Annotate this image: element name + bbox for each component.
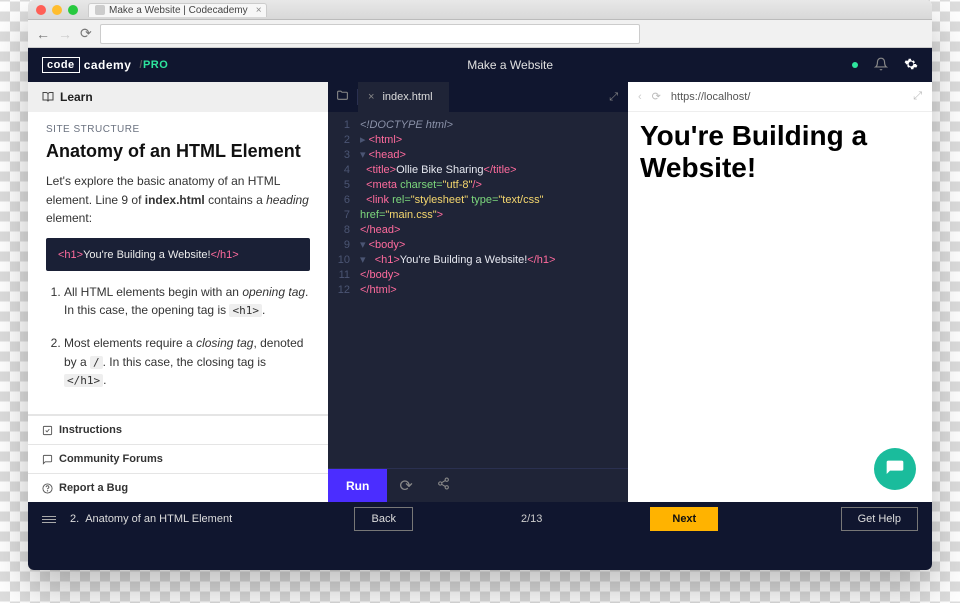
expand-icon[interactable]: ⤢ bbox=[609, 91, 618, 104]
next-button[interactable]: Next bbox=[650, 507, 718, 531]
reset-icon[interactable]: ⟳ bbox=[387, 476, 424, 496]
share-icon[interactable] bbox=[425, 477, 462, 495]
tab-instructions[interactable]: Instructions bbox=[28, 415, 328, 444]
editor-tab[interactable]: × index.html bbox=[358, 82, 449, 112]
chat-fab[interactable] bbox=[874, 448, 916, 490]
tab-forums[interactable]: Community Forums bbox=[28, 444, 328, 473]
preview-body: You're Building a Website! bbox=[628, 112, 932, 192]
bottom-bar: 2. Anatomy of an HTML Element Back 2/13 … bbox=[28, 502, 932, 536]
editor-footer: Run ⟳ bbox=[328, 468, 628, 502]
minimize-icon[interactable] bbox=[52, 5, 62, 15]
lesson-panel: Learn SITE STRUCTURE Anatomy of an HTML … bbox=[28, 82, 328, 502]
status-indicator-icon bbox=[852, 62, 858, 68]
lesson-content[interactable]: SITE STRUCTURE Anatomy of an HTML Elemen… bbox=[28, 112, 328, 414]
learn-label: Learn bbox=[60, 90, 93, 104]
course-title: Make a Website bbox=[168, 58, 852, 72]
code-lines[interactable]: <!DOCTYPE html> ▸ <html> ▾ <head> <title… bbox=[358, 112, 628, 468]
editor-panel: × index.html ⤢ 123456789101112 <!DOCTYPE… bbox=[328, 82, 628, 502]
help-icon bbox=[42, 483, 53, 494]
bell-icon[interactable] bbox=[874, 57, 888, 74]
gear-icon[interactable] bbox=[904, 57, 918, 74]
app-header: code cademy /PRO Make a Website bbox=[28, 48, 932, 82]
app-body: Learn SITE STRUCTURE Anatomy of an HTML … bbox=[28, 82, 932, 502]
editor-filename: index.html bbox=[382, 91, 432, 103]
preview-toolbar: ‹ ⟳ https://localhost/ ⤢ bbox=[628, 82, 932, 112]
browser-window: Make a Website | Codecademy × ← → ⟳ code… bbox=[28, 0, 932, 570]
browser-tab[interactable]: Make a Website | Codecademy × bbox=[88, 3, 267, 17]
lesson-title: Anatomy of an HTML Element bbox=[46, 141, 310, 162]
lesson-point-2: Most elements require a closing tag, den… bbox=[64, 334, 310, 390]
editor-tabbar: × index.html ⤢ bbox=[328, 82, 628, 112]
help-button[interactable]: Get Help bbox=[841, 507, 918, 531]
preview-expand-icon[interactable]: ⤢ bbox=[913, 90, 922, 103]
close-icon[interactable] bbox=[36, 5, 46, 15]
menu-icon[interactable] bbox=[42, 516, 56, 523]
back-button[interactable]: Back bbox=[354, 507, 412, 531]
logo-suffix: cademy bbox=[84, 58, 132, 72]
run-button[interactable]: Run bbox=[328, 469, 387, 503]
reload-icon[interactable]: ⟳ bbox=[80, 25, 92, 42]
footer-lesson-title: Anatomy of an HTML Element bbox=[85, 513, 232, 525]
preview-url: https://localhost/ bbox=[671, 91, 751, 103]
browser-toolbar: ← → ⟳ bbox=[28, 20, 932, 48]
preview-heading: You're Building a Website! bbox=[640, 120, 920, 184]
line-gutter: 123456789101112 bbox=[328, 112, 358, 468]
browser-titlebar: Make a Website | Codecademy × bbox=[28, 0, 932, 20]
code-area[interactable]: 123456789101112 <!DOCTYPE html> ▸ <html>… bbox=[328, 112, 628, 468]
lesson-intro: Let's explore the basic anatomy of an HT… bbox=[46, 172, 310, 228]
tab-close-icon[interactable]: × bbox=[256, 5, 262, 16]
preview-panel: ‹ ⟳ https://localhost/ ⤢ You're Building… bbox=[628, 82, 932, 502]
back-icon[interactable]: ← bbox=[36, 26, 50, 42]
preview-back-icon[interactable]: ‹ bbox=[638, 91, 642, 103]
address-input[interactable] bbox=[100, 24, 640, 44]
preview-reload-icon[interactable]: ⟳ bbox=[652, 90, 661, 103]
logo[interactable]: code cademy /PRO bbox=[42, 57, 168, 73]
logo-prefix: code bbox=[42, 57, 80, 73]
lesson-eyebrow: SITE STRUCTURE bbox=[46, 124, 310, 135]
book-icon bbox=[42, 91, 54, 103]
forward-icon[interactable]: → bbox=[58, 26, 72, 42]
chat-bubble-icon bbox=[885, 459, 905, 479]
app-root: code cademy /PRO Make a Website Learn bbox=[28, 48, 932, 570]
traffic-lights bbox=[36, 5, 78, 15]
lesson-point-1: All HTML elements begin with an opening … bbox=[64, 283, 310, 320]
lesson-tabs: Instructions Community Forums Report a B… bbox=[28, 414, 328, 502]
footer-lesson-num: 2. bbox=[70, 513, 79, 525]
tab-close-icon[interactable]: × bbox=[368, 91, 374, 103]
tab-bug[interactable]: Report a Bug bbox=[28, 473, 328, 502]
favicon-icon bbox=[95, 5, 105, 15]
checkbox-icon bbox=[42, 425, 53, 436]
logo-badge: /PRO bbox=[139, 59, 168, 71]
learn-header: Learn bbox=[28, 82, 328, 112]
code-example: <h1>You're Building a Website!</h1> bbox=[46, 238, 310, 271]
chat-icon bbox=[42, 454, 53, 465]
maximize-icon[interactable] bbox=[68, 5, 78, 15]
tab-title: Make a Website | Codecademy bbox=[109, 5, 248, 16]
progress-indicator: 2/13 bbox=[521, 513, 542, 525]
folder-icon[interactable] bbox=[328, 89, 358, 105]
